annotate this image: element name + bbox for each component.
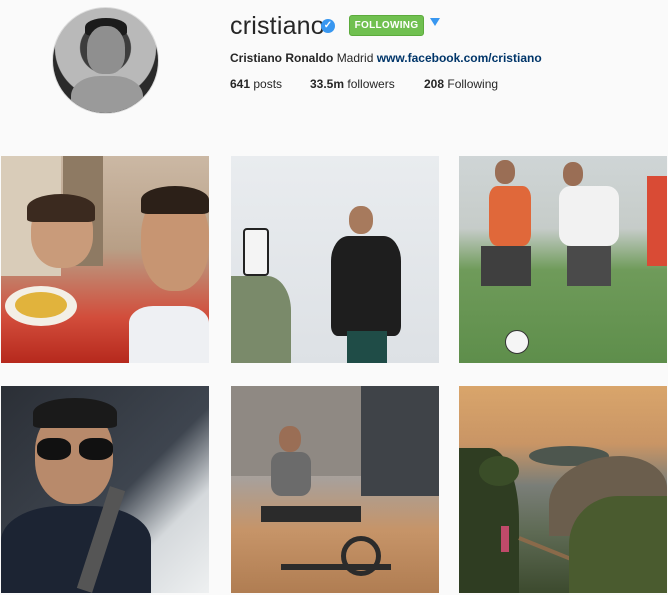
full-name: Cristiano Ronaldo [230, 51, 334, 65]
posts-stat: 641 posts [230, 77, 282, 91]
website-link[interactable]: www.facebook.com/cristiano [377, 51, 542, 65]
post-thumbnail-3[interactable] [459, 156, 667, 363]
profile-bio: Cristiano Ronaldo Madrid www.facebook.co… [230, 51, 542, 65]
followers-stat[interactable]: 33.5m followers [310, 77, 395, 91]
following-button[interactable]: FOLLOWING [349, 15, 424, 36]
following-label: Following [447, 77, 499, 91]
following-count: 208 [424, 77, 445, 91]
verified-badge-icon: ✓ [321, 19, 335, 33]
profile-username: cristiano [230, 12, 325, 40]
post-thumbnail-5[interactable] [231, 386, 439, 593]
bio-text: Madrid [336, 51, 374, 65]
followers-label: followers [347, 77, 395, 91]
following-stat[interactable]: 208 Following [424, 77, 498, 91]
avatar-body [71, 76, 143, 113]
post-thumbnail-1[interactable] [1, 156, 209, 363]
profile-avatar [52, 7, 159, 114]
post-thumbnail-4[interactable] [1, 386, 209, 593]
posts-count: 641 [230, 77, 251, 91]
post-thumbnail-6[interactable] [459, 386, 667, 593]
posts-label: posts [253, 77, 283, 91]
followers-count: 33.5m [310, 77, 345, 91]
caret-down-icon[interactable] [430, 18, 440, 26]
avatar-face [87, 26, 125, 74]
post-thumbnail-2[interactable] [231, 156, 439, 363]
